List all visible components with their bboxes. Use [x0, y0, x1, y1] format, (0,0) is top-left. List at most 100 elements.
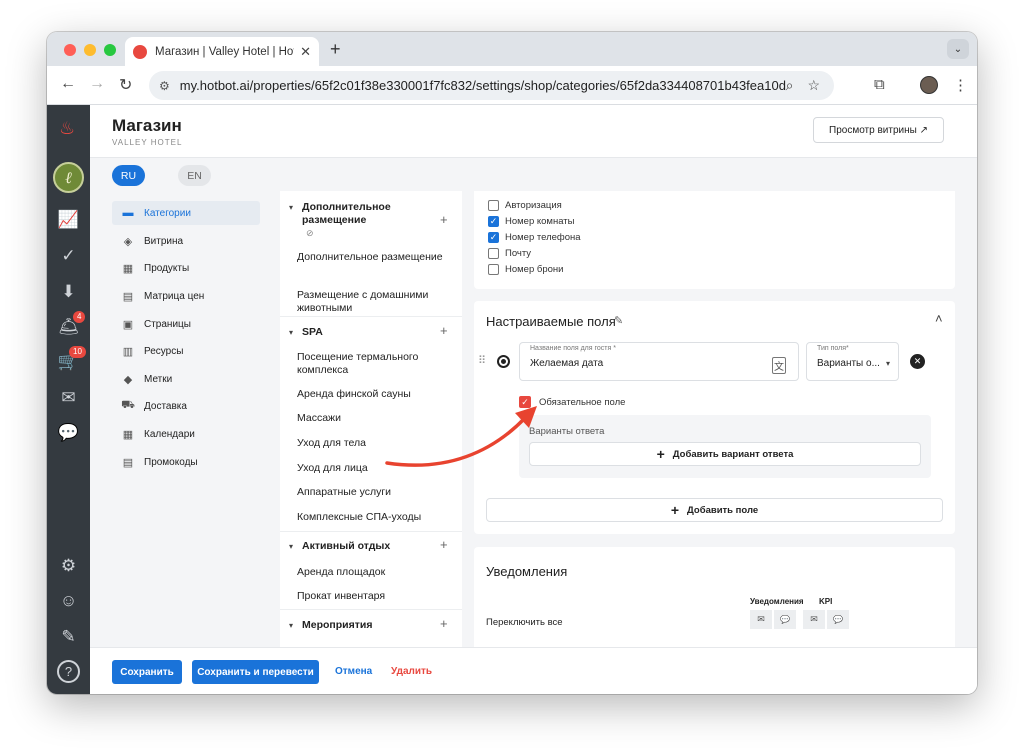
field-type-value[interactable]: Варианты о...	[817, 358, 880, 369]
site-info-icon[interactable]: ⚙	[159, 79, 170, 93]
chevron-down-icon[interactable]: ▾	[289, 328, 293, 337]
tasks-icon[interactable]: ✓	[57, 244, 80, 267]
sidebar-item-tags[interactable]: ◆ Метки	[112, 367, 260, 391]
checkbox[interactable]: ✓	[488, 215, 499, 227]
save-and-translate-button[interactable]: Сохранить и перевести	[192, 660, 319, 684]
checkbox-booking-number[interactable]: Номер брони	[488, 262, 563, 276]
category-group-title[interactable]: SPA	[302, 326, 323, 338]
chat-icon[interactable]: 💬	[57, 421, 80, 444]
category-item[interactable]: Уход для лица	[297, 462, 447, 475]
checkbox[interactable]: ✓	[519, 396, 531, 408]
field-type-select[interactable]: Тип поля* Варианты о... ▾	[806, 342, 899, 381]
minimize-window-button[interactable]	[84, 44, 96, 56]
back-button[interactable]: ←	[60, 75, 76, 93]
url-text[interactable]: my.hotbot.ai/properties/65f2c01f38e33000…	[180, 78, 786, 93]
sidebar-item-products[interactable]: ▦ Продукты	[112, 256, 260, 280]
analytics-icon[interactable]: 📈	[57, 208, 80, 231]
category-group-title[interactable]: Мероприятия	[302, 619, 372, 631]
category-item[interactable]: Массажи	[297, 412, 447, 425]
new-tab-button[interactable]: +	[330, 39, 341, 60]
address-bar[interactable]: ⚙ my.hotbot.ai/properties/65f2c01f38e330…	[149, 71, 834, 100]
zoom-icon[interactable]: ⌕	[786, 77, 794, 94]
category-item[interactable]: Дополнительное размещение	[297, 251, 447, 264]
help-icon[interactable]: ?	[57, 660, 80, 683]
close-window-button[interactable]	[64, 44, 76, 56]
checkbox[interactable]	[488, 263, 499, 275]
sidebar-item-pages[interactable]: ▣ Страницы	[112, 312, 260, 336]
chevron-down-icon[interactable]: ▾	[289, 203, 293, 212]
sidebar-item-storefront[interactable]: ◈ Витрина	[112, 229, 260, 253]
sidebar-item-price-matrix[interactable]: ▤ Матрица цен	[112, 284, 260, 308]
checkbox-email[interactable]: Почту	[488, 246, 531, 260]
add-answer-option-button[interactable]: + Добавить вариант ответа	[529, 442, 921, 466]
translate-icon[interactable]: 文	[772, 357, 786, 374]
chevron-down-icon[interactable]: ▾	[886, 359, 890, 368]
field-radio-icon[interactable]	[497, 355, 510, 368]
maximize-window-button[interactable]	[104, 44, 116, 56]
tab-search-button[interactable]: ⌄	[947, 39, 969, 59]
mail-toggle-icon[interactable]: ✉	[750, 610, 772, 629]
browser-tab-active[interactable]: Магазин | Valley Hotel | Hotbot ✕	[125, 37, 319, 66]
add-category-icon[interactable]: +	[440, 323, 448, 338]
chevron-down-icon[interactable]: ▾	[289, 621, 293, 630]
forward-button[interactable]: →	[89, 75, 105, 93]
hotbot-logo-icon[interactable]: ♨	[59, 118, 75, 139]
delete-link[interactable]: Удалить	[391, 666, 432, 677]
category-item[interactable]: Посещение термального комплекса	[297, 351, 447, 376]
field-name-input[interactable]: Название поля для гостя * Желаемая дата …	[519, 342, 799, 381]
extensions-icon[interactable]: ⧉	[874, 76, 885, 93]
edit-pencil-icon[interactable]: ✎	[614, 314, 623, 327]
promocode-icon: ▤	[122, 456, 134, 469]
sidebar-item-promocodes[interactable]: ▤ Промокоды	[112, 450, 260, 474]
checkbox-room-number[interactable]: ✓ Номер комнаты	[488, 214, 574, 228]
sidebar-item-resources[interactable]: ▥ Ресурсы	[112, 339, 260, 363]
lang-en-button[interactable]: EN	[178, 165, 211, 186]
kpi-mail-toggle-icon[interactable]: ✉	[803, 610, 825, 629]
drag-handle-icon[interactable]: ⠿	[478, 354, 486, 367]
property-avatar[interactable]: ℓ	[53, 162, 84, 193]
cancel-link[interactable]: Отмена	[335, 666, 372, 677]
edit-pencil-icon[interactable]: ✎	[57, 625, 80, 648]
browser-menu-icon[interactable]: ⋮	[953, 76, 968, 94]
lang-ru-button[interactable]: RU	[112, 165, 145, 186]
sidebar-item-calendars[interactable]: ▦ Календари	[112, 422, 260, 446]
inbox-icon[interactable]: ⬇	[57, 280, 80, 303]
save-button[interactable]: Сохранить	[112, 660, 182, 684]
bookmark-star-icon[interactable]: ☆	[807, 77, 820, 94]
reload-button[interactable]: ↻	[119, 75, 132, 95]
add-field-button[interactable]: + Добавить поле	[486, 498, 943, 522]
required-field-checkbox[interactable]: ✓ Обязательное поле	[519, 395, 625, 409]
settings-gear-icon[interactable]: ⚙	[57, 554, 80, 577]
checkbox[interactable]	[488, 199, 499, 211]
user-profile-icon[interactable]: ☺	[57, 589, 80, 612]
add-category-icon[interactable]: +	[440, 537, 448, 552]
category-item[interactable]: Аренда финской сауны	[297, 388, 447, 401]
checkbox[interactable]: ✓	[488, 231, 499, 243]
sidebar-item-categories[interactable]: ▬ Категории	[112, 201, 260, 225]
kpi-chat-toggle-icon[interactable]: 💬	[827, 610, 849, 629]
category-item[interactable]: Аппаратные услуги	[297, 486, 447, 499]
category-item[interactable]: Комплексные СПА-уходы	[297, 511, 447, 524]
contact-fields-card: Авторизация ✓ Номер комнаты ✓ Номер теле…	[474, 191, 955, 289]
sidebar-item-delivery[interactable]: ⛟ Доставка	[112, 394, 260, 418]
mail-icon[interactable]: ✉	[57, 386, 80, 409]
category-item[interactable]: Прокат инвентаря	[297, 590, 447, 603]
checkbox-authorization[interactable]: Авторизация	[488, 198, 562, 212]
remove-field-icon[interactable]: ✕	[910, 354, 925, 369]
category-item[interactable]: Уход для тела	[297, 437, 447, 450]
storefront-preview-button[interactable]: Просмотр витрины ↗	[813, 117, 944, 143]
checkbox[interactable]	[488, 247, 499, 259]
field-name-value[interactable]: Желаемая дата	[530, 358, 603, 369]
category-group-title[interactable]: Дополнительное размещение	[302, 201, 422, 226]
profile-avatar[interactable]	[920, 76, 938, 94]
category-group-title[interactable]: Активный отдых	[302, 540, 390, 552]
chat-toggle-icon[interactable]: 💬	[774, 610, 796, 629]
category-item[interactable]: Аренда площадок	[297, 566, 447, 579]
add-category-icon[interactable]: +	[440, 212, 448, 227]
chevron-down-icon[interactable]: ▾	[289, 542, 293, 551]
category-item[interactable]: Размещение с домашними животными	[297, 289, 447, 314]
tab-close-icon[interactable]: ✕	[300, 44, 311, 60]
checkbox-phone-number[interactable]: ✓ Номер телефона	[488, 230, 581, 244]
collapse-chevron-icon[interactable]: ˄	[935, 311, 943, 326]
add-category-icon[interactable]: +	[440, 616, 448, 631]
